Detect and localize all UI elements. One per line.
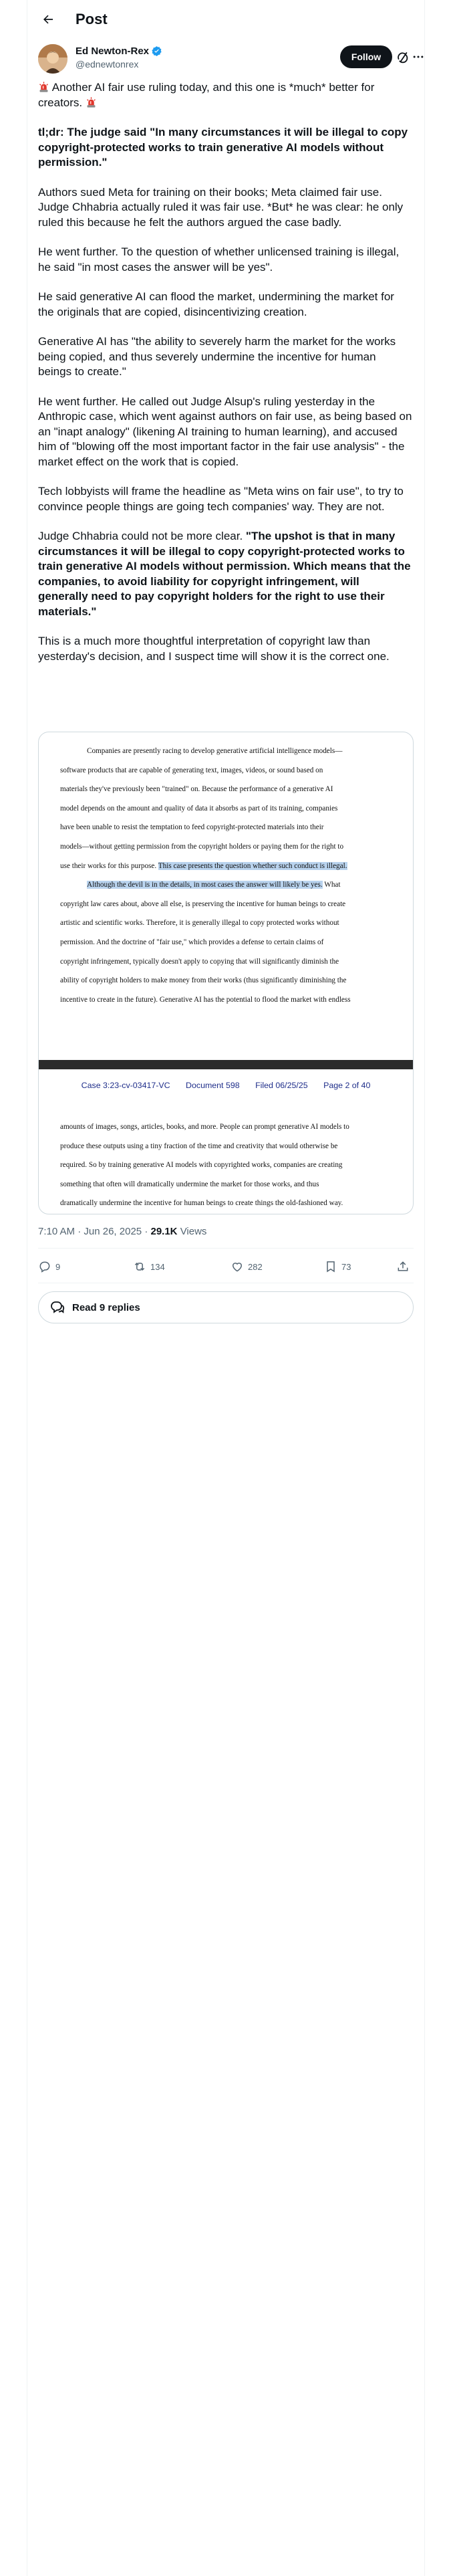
repost-icon: [134, 1262, 145, 1271]
back-arrow-icon: [43, 15, 53, 24]
post-metadata: 7:10 AM · Jun 26, 2025 · 29.1K Views: [38, 1226, 207, 1237]
views-label: Views: [180, 1226, 207, 1237]
document-line: amounts of images, songs, articles, book…: [60, 1123, 349, 1131]
more-options-button[interactable]: [411, 49, 426, 64]
post-paragraph: He said generative AI can flood the mark…: [38, 290, 394, 318]
follow-button[interactable]: Follow: [340, 45, 392, 68]
reply-bubble-icon: [51, 1301, 65, 1313]
document-line: ability of copyright holders to make mon…: [60, 976, 347, 985]
top-bar: Post: [27, 0, 424, 40]
siren-emoji-icon: [39, 82, 48, 92]
post-time[interactable]: 7:10 AM: [38, 1226, 75, 1237]
post-text: Another AI fair use ruling today, and th…: [38, 80, 412, 679]
author-name[interactable]: Ed Newton-Rex: [76, 45, 162, 57]
page-title: Post: [76, 11, 108, 27]
reply-button[interactable]: 9: [38, 1260, 60, 1273]
post-date[interactable]: Jun 26, 2025: [84, 1226, 142, 1237]
share-button[interactable]: [396, 1260, 410, 1273]
grok-icon: [398, 52, 408, 64]
document-line: produce these outputs using a tiny fract…: [60, 1142, 338, 1150]
document-line: use their works for this purpose. This c…: [60, 861, 347, 870]
post-paragraph: Another AI fair use ruling today, and th…: [38, 81, 375, 109]
document-text-top: Companies are presently racing to develo…: [60, 742, 394, 1009]
post-paragraph: Tech lobbyists will frame the headline a…: [38, 485, 404, 513]
heart-icon: [232, 1263, 243, 1272]
document-line: copyright infringement, typically doesn'…: [60, 957, 339, 966]
author-row: Ed Newton-Rex @ednewtonrex Follow: [38, 44, 424, 76]
document-line: dramatically undermine the incentive for…: [60, 1199, 343, 1208]
document-line: artistic and scientific works. Therefore…: [60, 919, 339, 928]
document-line: Companies are presently racing to develo…: [87, 747, 343, 755]
siren-emoji-icon: [86, 96, 96, 108]
document-line: incentive to create in the future). Gene…: [60, 995, 351, 1004]
avatar[interactable]: [38, 44, 67, 74]
document-line: materials they've previously been "train…: [60, 785, 333, 794]
highlighted-text: This case presents the question whether …: [158, 861, 347, 870]
post-paragraph: He went further. To the question of whet…: [38, 245, 400, 274]
document-line: permission. And the doctrine of "fair us…: [60, 938, 324, 946]
repost-button[interactable]: 134: [133, 1260, 165, 1273]
like-button[interactable]: 282: [231, 1260, 263, 1273]
post-paragraph: Judge Chhabria could not be more clear. …: [38, 530, 411, 618]
document-line: software products that are capable of ge…: [60, 766, 323, 774]
post-paragraph: This is a much more thoughtful interpret…: [38, 635, 390, 663]
grok-button[interactable]: [395, 49, 410, 64]
document-line: required. So by training generative AI m…: [60, 1161, 343, 1170]
more-icon: [413, 56, 424, 58]
author-handle[interactable]: @ednewtonrex: [76, 59, 138, 70]
document-line: Although the devil is in the details, in…: [87, 881, 341, 889]
attached-document-image[interactable]: Companies are presently racing to develo…: [38, 732, 414, 1214]
document-footer: Case 3:23-cv-03417-VC Document 598 Filed…: [81, 1081, 371, 1090]
document-text-bottom: amounts of images, songs, articles, book…: [60, 1117, 394, 1213]
document-line: copyright law cares about, above all els…: [60, 899, 346, 908]
document-line: something that often will dramatically u…: [60, 1180, 319, 1188]
share-icon: [398, 1261, 408, 1271]
reply-icon: [39, 1261, 50, 1273]
read-replies-button[interactable]: Read 9 replies: [38, 1291, 414, 1323]
post-frame: Post Ed Newton-Rex @ednewtonrex Follow A…: [27, 0, 425, 2576]
back-button[interactable]: [37, 8, 59, 31]
bookmark-icon: [327, 1261, 335, 1273]
post-paragraph: tl;dr: The judge said "In many circumsta…: [38, 126, 408, 169]
verified-badge-icon: [152, 46, 162, 56]
highlighted-text: Although the devil is in the details, in…: [87, 881, 323, 889]
post-paragraph: He went further. He called out Judge Als…: [38, 395, 412, 468]
document-line: models—without getting permission from t…: [60, 842, 344, 851]
divider: [38, 1248, 414, 1249]
document-line: model depends on the amount and quality …: [60, 804, 338, 813]
post-paragraph: Authors sued Meta for training on their …: [38, 185, 404, 229]
bookmark-button[interactable]: 73: [324, 1260, 351, 1273]
post-paragraph: Generative AI has "the ability to severe…: [38, 335, 396, 378]
document-page-break: [39, 1060, 413, 1069]
views-count: 29.1K: [150, 1226, 178, 1237]
document-line: have been unable to resist the temptatio…: [60, 823, 324, 832]
action-bar: 9 134 282 73: [38, 1257, 414, 1277]
